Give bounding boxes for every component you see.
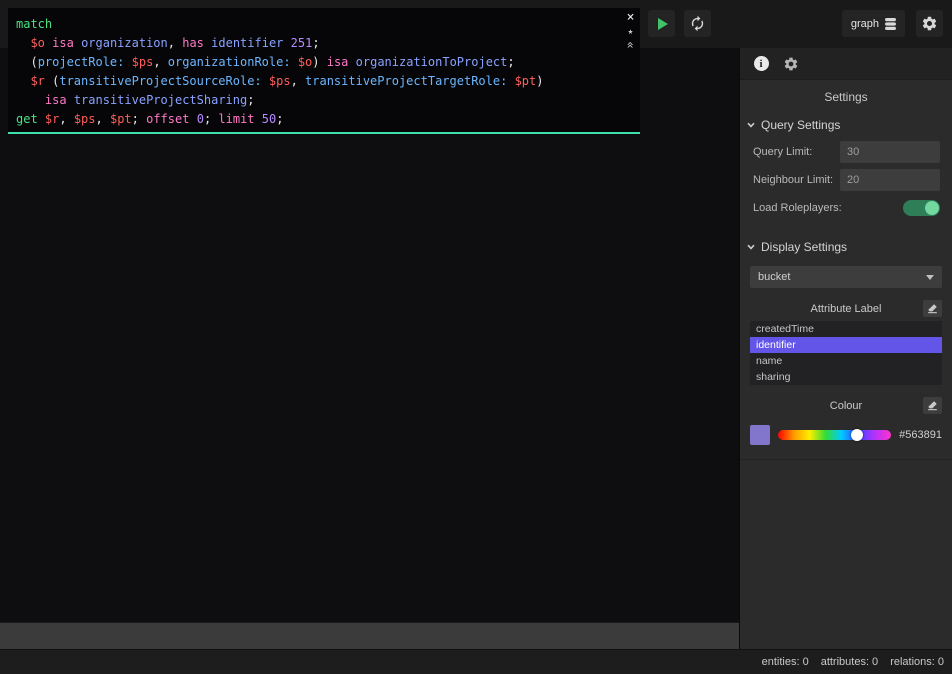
- refresh-button[interactable]: [684, 10, 711, 37]
- query-limit-input[interactable]: [840, 141, 940, 163]
- query-editor[interactable]: match $o isa organization, has identifie…: [8, 8, 640, 134]
- panel-tabs: i: [740, 48, 952, 80]
- play-icon: [658, 17, 668, 30]
- database-name-label: graph: [850, 17, 879, 30]
- code-line: match: [16, 17, 53, 31]
- eraser-icon: [928, 401, 937, 411]
- neighbour-limit-row: Neighbour Limit:: [740, 166, 952, 194]
- panel-divider: [740, 459, 952, 460]
- attribute-option[interactable]: createdTime: [750, 321, 942, 337]
- load-roleplayers-row: Load Roleplayers:: [740, 194, 952, 222]
- type-dropdown-value: bucket: [758, 271, 791, 283]
- attributes-count: attributes: 0: [820, 656, 879, 668]
- canvas-footer-strip: [0, 622, 739, 649]
- code-line: isa transitiveProjectSharing;: [44, 93, 255, 107]
- gear-icon: [922, 16, 937, 31]
- type-dropdown[interactable]: bucket: [750, 266, 942, 288]
- gear-icon: [784, 57, 798, 70]
- attribute-option[interactable]: identifier: [750, 337, 942, 353]
- collapse-chevrons-icon[interactable]: «: [623, 41, 637, 48]
- eraser-icon: [928, 304, 937, 314]
- entities-count: entities: 0: [761, 656, 809, 668]
- query-settings-header[interactable]: Query Settings: [740, 110, 952, 138]
- colour-title: Colour: [829, 400, 863, 412]
- status-bar: entities: 0 attributes: 0 relations: 0: [0, 649, 952, 674]
- toggle-knob: [925, 201, 939, 215]
- editor-controls: × ★ «: [623, 11, 638, 50]
- relations-count: relations: 0: [890, 656, 944, 668]
- database-selector-button[interactable]: graph: [841, 10, 905, 37]
- query-limit-row: Query Limit:: [740, 138, 952, 166]
- display-settings-title: Display Settings: [761, 240, 848, 254]
- chevron-down-icon: [747, 122, 755, 128]
- load-roleplayers-toggle[interactable]: [903, 200, 940, 216]
- hex-value-label: #563891: [899, 429, 942, 441]
- neighbour-limit-input[interactable]: [840, 169, 940, 191]
- colour-picker-row: #563891: [750, 425, 942, 445]
- run-query-button[interactable]: [648, 10, 675, 37]
- attribute-label-header: Attribute Label: [740, 300, 952, 318]
- attribute-option[interactable]: sharing: [750, 369, 942, 385]
- settings-panel: i Settings Query Settings Query Limit: N…: [739, 48, 952, 649]
- code-line: $r (transitiveProjectSourceRole: $ps, tr…: [30, 74, 544, 88]
- database-icon: [885, 17, 896, 30]
- panel-title: Settings: [824, 90, 868, 104]
- clear-colour-button[interactable]: [923, 397, 942, 414]
- code-line: $o isa organization, has identifier 251;: [30, 36, 320, 50]
- tab-info[interactable]: i: [746, 48, 776, 80]
- hue-slider[interactable]: [778, 429, 892, 441]
- display-settings-header[interactable]: Display Settings: [740, 232, 952, 260]
- code-line: get $r, $ps, $pt; offset 0; limit 50;: [16, 112, 284, 126]
- app-settings-button[interactable]: [916, 10, 943, 37]
- load-roleplayers-label: Load Roleplayers:: [753, 202, 842, 214]
- code-line: (projectRole: $ps, organizationRole: $o)…: [16, 55, 515, 69]
- workbase-app: match $o isa organization, has identifie…: [0, 0, 952, 674]
- colour-header: Colour: [740, 397, 952, 415]
- colour-swatch[interactable]: [750, 425, 770, 445]
- favorite-star-icon[interactable]: ★: [628, 27, 633, 37]
- graph-canvas[interactable]: [0, 48, 739, 622]
- tab-settings[interactable]: [776, 48, 806, 80]
- refresh-icon: [691, 15, 704, 32]
- code-area[interactable]: match $o isa organization, has identifie…: [8, 8, 640, 129]
- close-icon[interactable]: ×: [627, 11, 635, 24]
- hue-handle[interactable]: [851, 429, 864, 441]
- attribute-label-title: Attribute Label: [810, 303, 882, 315]
- attribute-option[interactable]: name: [750, 353, 942, 369]
- query-limit-label: Query Limit:: [753, 146, 813, 158]
- query-settings-title: Query Settings: [761, 118, 841, 132]
- clear-attribute-label-button[interactable]: [923, 300, 942, 317]
- chevron-down-icon: [747, 244, 755, 250]
- info-icon: i: [753, 56, 769, 71]
- chevron-down-icon: [926, 274, 934, 280]
- attribute-list: createdTime identifier name sharing: [750, 321, 942, 385]
- neighbour-limit-label: Neighbour Limit:: [753, 174, 834, 186]
